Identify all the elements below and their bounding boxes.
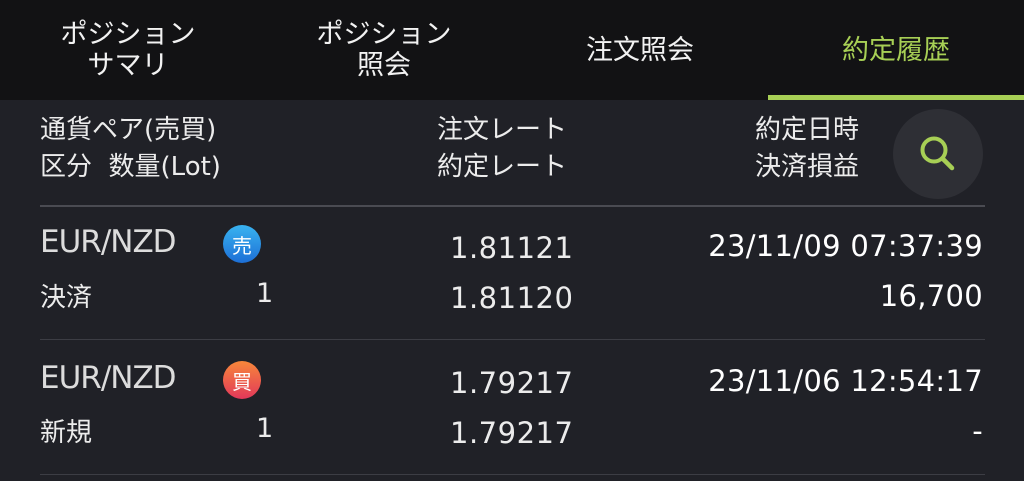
- header-pair-side: 通貨ペア(売買): [40, 115, 217, 145]
- tab-position-inquiry[interactable]: ポジション 照会: [256, 0, 512, 100]
- exec-rate: 1.81120: [450, 281, 574, 315]
- tab-execution-history[interactable]: 約定履歴: [768, 0, 1024, 100]
- tab-bar: ポジション サマリ ポジション 照会 注文照会 約定履歴: [0, 0, 1024, 100]
- row-divider: [40, 474, 985, 475]
- tab-label: 約定履歴: [842, 34, 950, 66]
- header-exec-rate: 約定レート: [437, 152, 568, 182]
- settlement-pl: -: [972, 414, 983, 448]
- currency-pair: EUR/NZD: [40, 224, 177, 260]
- settlement-pl: 16,700: [879, 279, 983, 313]
- search-button[interactable]: [893, 109, 983, 199]
- order-rate: 1.81121: [450, 231, 574, 265]
- side-label: 売: [232, 233, 252, 258]
- search-icon: [920, 136, 955, 171]
- tab-label: 注文照会: [586, 34, 694, 66]
- header-exec-datetime: 約定日時: [755, 115, 860, 145]
- exec-datetime: 23/11/09 07:37:39: [708, 229, 983, 263]
- side-badge-buy: 買: [223, 361, 261, 399]
- tab-label: ポジション 照会: [316, 19, 452, 81]
- header-order-rate: 注文レート: [437, 115, 568, 145]
- side-badge-sell: 売: [223, 225, 261, 263]
- tab-position-summary[interactable]: ポジション サマリ: [0, 0, 256, 100]
- header-divider: [40, 205, 985, 207]
- trade-kind: 決済: [40, 283, 93, 313]
- tab-label: ポジション サマリ: [60, 19, 196, 81]
- row-divider: [40, 339, 985, 340]
- trade-kind: 新規: [40, 418, 93, 448]
- side-label: 買: [232, 369, 252, 394]
- active-tab-indicator: [768, 95, 1024, 100]
- header-settlement-pl: 決済損益: [755, 152, 860, 182]
- lot-quantity: 1: [256, 278, 274, 309]
- lot-quantity: 1: [256, 413, 274, 444]
- exec-rate: 1.79217: [450, 416, 574, 450]
- order-rate: 1.79217: [450, 366, 574, 400]
- header-kind-qty: 区分 数量(Lot): [40, 152, 221, 182]
- exec-datetime: 23/11/06 12:54:17: [708, 364, 983, 398]
- currency-pair: EUR/NZD: [40, 360, 177, 396]
- tab-order-inquiry[interactable]: 注文照会: [512, 0, 768, 100]
